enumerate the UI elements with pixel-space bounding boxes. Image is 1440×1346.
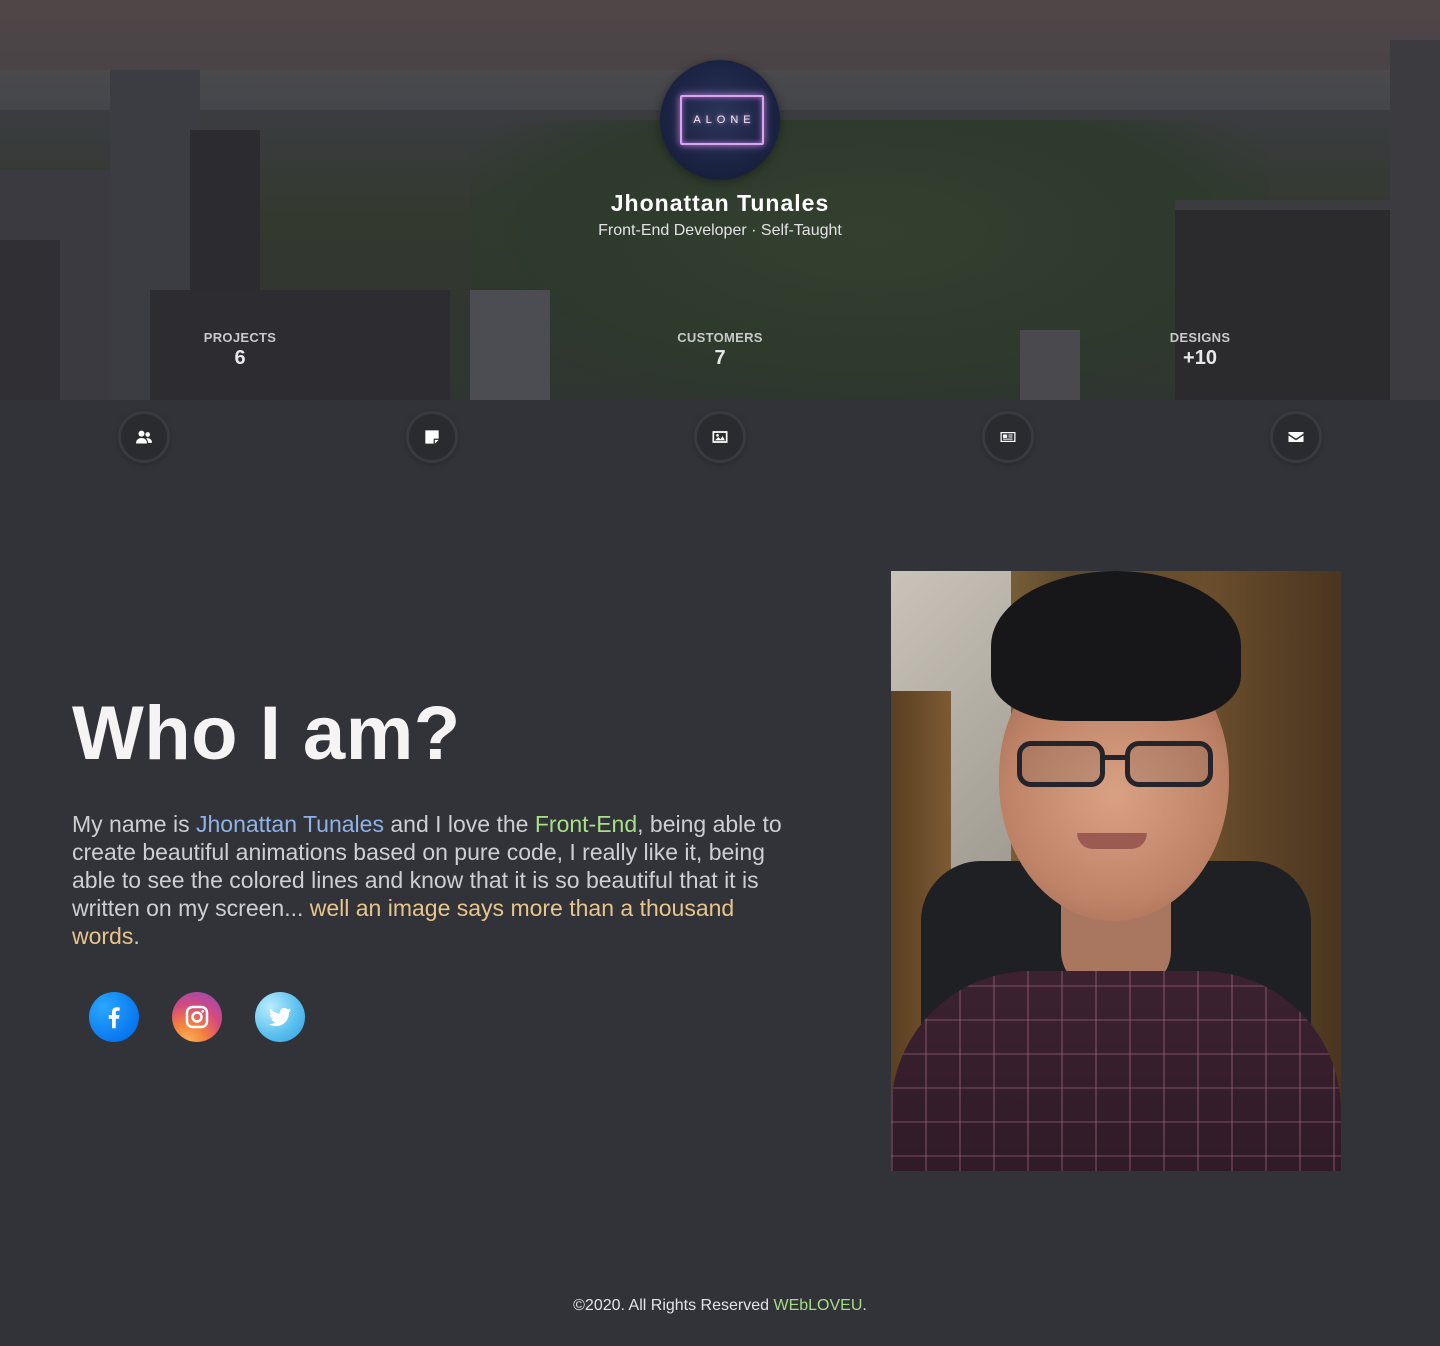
stat-value: +10 (1183, 347, 1217, 369)
twitter-icon (268, 1008, 292, 1027)
instagram-link[interactable] (172, 992, 222, 1042)
instagram-icon (185, 1005, 209, 1029)
image-icon (712, 431, 728, 443)
facebook-link[interactable] (89, 992, 139, 1042)
profile-name: Jhonattan Tunales (610, 190, 830, 216)
nav-notes-button[interactable] (409, 414, 455, 460)
about-title: Who I am? (72, 691, 461, 776)
highlight-front-end: Front-End (534, 811, 638, 837)
stat-customers: CUSTOMERS 7 (620, 330, 820, 370)
nav-about-button[interactable] (121, 414, 167, 460)
envelope-icon (1288, 432, 1304, 442)
sticky-note-icon (425, 430, 439, 444)
about-description: My name is Jhonattan Tunales and I love … (72, 811, 782, 949)
profile-role: Front-End Developer · Self-Taught (598, 222, 842, 239)
users-icon (136, 430, 152, 444)
nav-contact-button[interactable] (1273, 414, 1319, 460)
stat-value: 6 (234, 347, 246, 369)
stat-designs: DESIGNS +10 (1100, 330, 1300, 370)
nav-blog-button[interactable] (985, 414, 1031, 460)
stat-label: DESIGNS (1169, 330, 1231, 345)
stat-label: CUSTOMERS (677, 330, 763, 345)
stat-projects: PROJECTS 6 (140, 330, 340, 370)
newspaper-icon (1000, 432, 1016, 442)
stat-label: PROJECTS (203, 330, 277, 345)
facebook-icon (108, 1007, 120, 1029)
profile-header: ALONE Jhonattan Tunales Front-End Develo… (0, 0, 1440, 400)
nav-gallery-button[interactable] (697, 414, 743, 460)
profile-photo (891, 571, 1341, 1171)
avatar: ALONE (660, 60, 780, 180)
brand-link[interactable]: WEbLOVEU (773, 1297, 862, 1314)
footer: ©2020. All Rights Reserved WEbLOVEU. (573, 1297, 867, 1314)
avatar-neon-sign: ALONE (680, 95, 764, 145)
twitter-link[interactable] (255, 992, 305, 1042)
stat-value: 7 (714, 347, 726, 369)
highlight-name: Jhonattan Tunales (195, 811, 384, 837)
copyright-text: ©2020. All Rights Reserved (573, 1297, 774, 1314)
